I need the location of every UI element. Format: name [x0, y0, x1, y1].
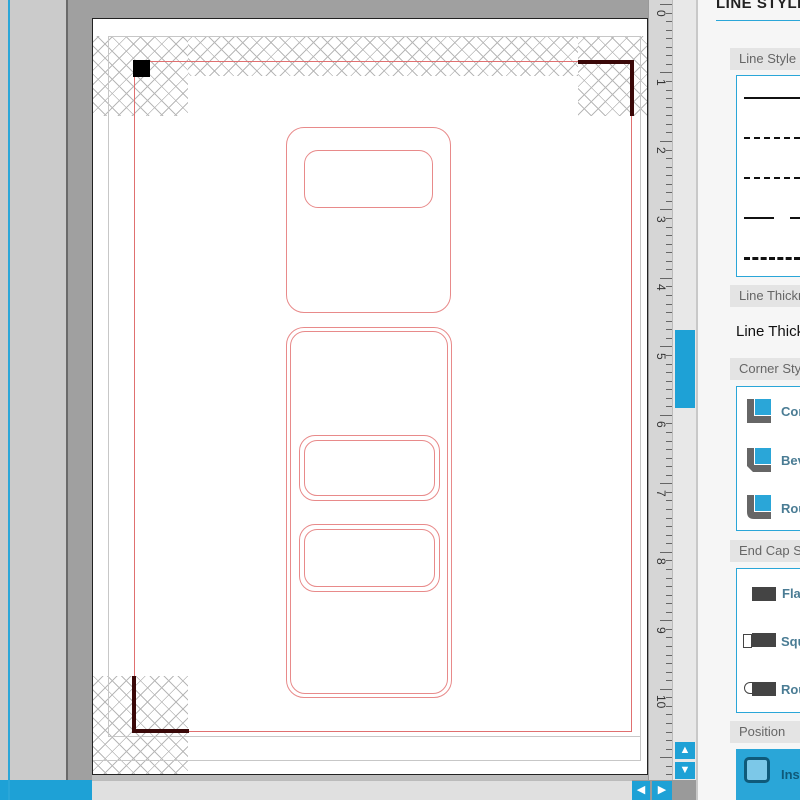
margin-line-left [108, 36, 109, 736]
corner-option-round[interactable]: Round [781, 501, 800, 516]
ruler-tick [660, 277, 672, 279]
scroll-down-button[interactable]: ▼ [675, 762, 695, 779]
line-style-short-dash[interactable] [744, 137, 800, 139]
bottom-card-inner[interactable] [290, 331, 448, 694]
line-thickness-label: Line Thickness [736, 323, 800, 340]
section-header-corner-style[interactable]: Corner Style [730, 358, 800, 380]
cut-border-left [134, 61, 135, 732]
horizontal-scrollbar[interactable] [92, 780, 632, 800]
registration-mark-bl-v [132, 676, 136, 732]
vertical-scrollbar-thumb[interactable] [675, 330, 695, 408]
cap-option-flat[interactable]: Flat [782, 586, 800, 601]
corner-round-icon[interactable] [746, 494, 772, 520]
line-style-solid[interactable] [744, 97, 800, 99]
position-option-inside[interactable]: Inside [781, 767, 800, 782]
margin-line-bottom [108, 736, 640, 737]
line-style-dash-series[interactable] [744, 257, 800, 260]
top-right-hatch [578, 36, 647, 116]
line-style-long-dash[interactable] [744, 217, 774, 219]
line-style-medium-dash[interactable] [744, 177, 800, 179]
ruler-tick [660, 551, 672, 553]
margin-line-bottom-2 [93, 760, 641, 761]
section-header-line-style[interactable]: Line Style [730, 48, 800, 70]
cap-round-bar[interactable] [752, 682, 776, 696]
registration-mark-bl-h [132, 729, 189, 733]
margin-line-right [640, 36, 641, 760]
registration-mark-tr-v [630, 60, 634, 116]
scroll-up-button[interactable]: ▲ [675, 742, 695, 759]
ruler-tick [660, 209, 672, 211]
cap-square-icon[interactable] [743, 634, 752, 648]
section-header-end-cap-style[interactable]: End Cap Style [730, 540, 800, 562]
ruler-tick [660, 483, 672, 485]
corner-bevel-icon[interactable] [746, 447, 772, 473]
cap-option-square[interactable]: Square [781, 634, 800, 649]
scroll-left-button[interactable]: ◀ [632, 781, 650, 800]
corner-option-bevel[interactable]: Bevel [781, 453, 800, 468]
registration-square-mark [133, 60, 150, 77]
margin-line-top [108, 36, 640, 37]
panel-title-underline [716, 20, 800, 21]
ruler-tick [660, 346, 672, 348]
cap-flat-icon[interactable] [752, 587, 776, 601]
cap-option-round[interactable]: Round [781, 682, 800, 697]
bottom-card-window-1-inner[interactable] [304, 440, 435, 496]
registration-mark-tr-h [578, 60, 634, 64]
ruler-tick [660, 72, 672, 74]
section-header-line-thickness[interactable]: Line Thickness [730, 285, 800, 307]
cap-square-bar[interactable] [752, 633, 776, 647]
section-header-position[interactable]: Position [730, 721, 800, 743]
ruler-tick [660, 688, 672, 690]
ruler-tick [660, 140, 672, 142]
cut-border-right [631, 61, 632, 732]
panel-content-frame [8, 0, 108, 800]
ruler-tick [660, 414, 672, 416]
ruler-tick [660, 757, 672, 759]
ruler-tick [660, 4, 672, 5]
line-style-long-dash-2[interactable] [790, 217, 800, 219]
top-card-window[interactable] [304, 150, 433, 208]
position-inside-icon [744, 757, 770, 783]
corner-option-corner[interactable]: Corner [781, 404, 800, 419]
ruler-tick [660, 620, 672, 622]
bottom-card-window-2-inner[interactable] [304, 529, 435, 587]
corner-miter-icon[interactable] [746, 398, 772, 424]
scroll-right-button[interactable]: ▶ [652, 781, 672, 800]
cut-border-top [134, 61, 632, 62]
cut-border-bottom [134, 731, 632, 732]
panel-title: LINE STYLE [716, 0, 800, 12]
line-style-list [736, 75, 800, 277]
